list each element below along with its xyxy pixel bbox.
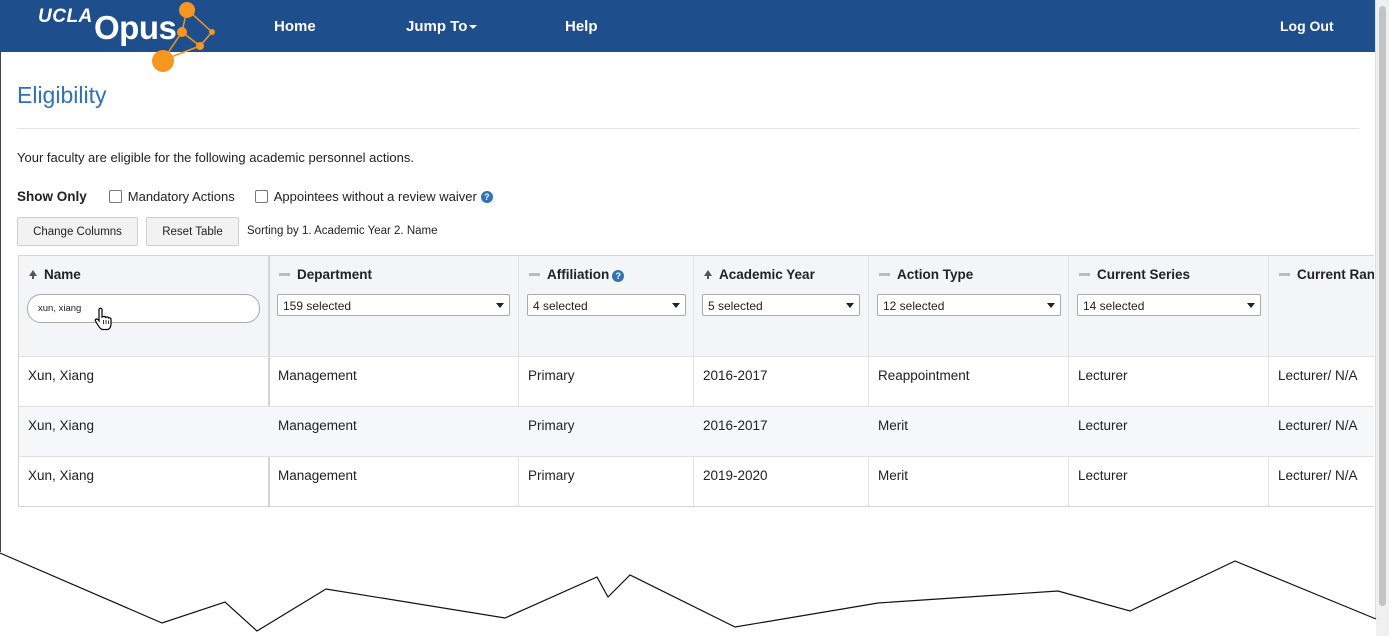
header-current-series-label: Current Series bbox=[1097, 267, 1191, 282]
dropdown-arrow-icon bbox=[1247, 303, 1255, 308]
cell-action-type: Merit bbox=[878, 468, 908, 483]
affiliation-filter-value: 4 selected bbox=[533, 299, 588, 313]
header-affiliation[interactable]: Affiliation? 4 selected bbox=[519, 256, 694, 356]
header-current-rank-label: Current Rank bbox=[1297, 267, 1374, 282]
header-name-label: Name bbox=[44, 267, 81, 282]
sort-neutral-icon[interactable] bbox=[529, 272, 540, 276]
dropdown-arrow-icon bbox=[672, 303, 680, 308]
no-waiver-checkbox[interactable]: Appointees without a review waiver ? bbox=[254, 189, 493, 204]
current-series-filter-value: 14 selected bbox=[1083, 299, 1145, 313]
checkbox-box[interactable] bbox=[254, 190, 268, 203]
sort-ascending-icon[interactable] bbox=[704, 270, 712, 280]
academic-year-filter-value: 5 selected bbox=[708, 299, 763, 313]
cell-current-series: Lecturer bbox=[1078, 468, 1128, 483]
cell-action-type: Merit bbox=[878, 418, 908, 433]
sort-ascending-icon[interactable] bbox=[29, 270, 37, 280]
header-department-label: Department bbox=[297, 267, 373, 282]
cell-name: Xun, Xiang bbox=[28, 368, 95, 383]
cell-action-type: Reappointment bbox=[878, 368, 970, 383]
logo-opus-text: Opus bbox=[94, 9, 177, 46]
table-row[interactable]: Xun, Xiang Management Primary 2019-2020 … bbox=[19, 456, 1374, 506]
sort-neutral-icon[interactable] bbox=[279, 272, 290, 276]
cell-academic-year: 2016-2017 bbox=[703, 368, 768, 383]
action-type-filter-select[interactable]: 12 selected bbox=[877, 294, 1061, 316]
cell-academic-year: 2016-2017 bbox=[703, 418, 768, 433]
cell-affiliation: Primary bbox=[528, 368, 575, 383]
header-affiliation-label: Affiliation bbox=[547, 267, 610, 282]
caret-down-icon bbox=[469, 25, 478, 30]
header-department[interactable]: Department 159 selected bbox=[269, 256, 519, 356]
current-series-filter-select[interactable]: 14 selected bbox=[1077, 294, 1261, 316]
affiliation-filter-select[interactable]: 4 selected bbox=[527, 294, 686, 316]
cell-academic-year: 2019-2020 bbox=[703, 468, 768, 483]
cell-department: Management bbox=[278, 468, 357, 483]
title-divider bbox=[17, 128, 1359, 129]
cell-affiliation: Primary bbox=[528, 418, 575, 433]
reset-table-button[interactable]: Reset Table bbox=[146, 217, 239, 246]
sorting-description: Sorting by 1. Academic Year 2. Name bbox=[247, 225, 438, 237]
header-current-series[interactable]: Current Series 14 selected bbox=[1069, 256, 1269, 356]
sort-neutral-icon[interactable] bbox=[879, 272, 890, 276]
top-navbar: UCLA Opus Home Jump To Help Log Out bbox=[0, 0, 1376, 72]
cell-current-rank: Lecturer/ N/A bbox=[1278, 468, 1358, 483]
vertical-scrollbar[interactable] bbox=[1375, 0, 1389, 636]
cell-name: Xun, Xiang bbox=[28, 418, 95, 433]
torn-edge-decoration bbox=[0, 552, 1377, 636]
show-only-filters: Show Only Mandatory Actions Appointees w… bbox=[17, 189, 513, 204]
dropdown-arrow-icon bbox=[496, 303, 504, 308]
cell-department: Management bbox=[278, 418, 357, 433]
table-row[interactable]: Xun, Xiang Management Primary 2016-2017 … bbox=[19, 406, 1374, 456]
scrollbar-thumb[interactable] bbox=[1379, 6, 1386, 606]
nav-jump-to-menu[interactable]: Jump To bbox=[406, 18, 478, 35]
nav-help-link[interactable]: Help bbox=[565, 18, 598, 35]
cell-department: Management bbox=[278, 368, 357, 383]
academic-year-filter-select[interactable]: 5 selected bbox=[702, 294, 860, 316]
show-only-label: Show Only bbox=[17, 189, 87, 204]
page-border bbox=[0, 52, 1, 552]
page-title: Eligibility bbox=[17, 82, 107, 108]
no-waiver-label: Appointees without a review waiver bbox=[273, 189, 477, 204]
action-type-filter-value: 12 selected bbox=[883, 299, 945, 313]
header-academic-year[interactable]: Academic Year 5 selected bbox=[694, 256, 869, 356]
nav-jump-to-label: Jump To bbox=[406, 18, 468, 35]
sort-neutral-icon[interactable] bbox=[1079, 272, 1090, 276]
cell-affiliation: Primary bbox=[528, 468, 575, 483]
header-name[interactable]: Name bbox=[19, 256, 269, 356]
logout-link[interactable]: Log Out bbox=[1280, 18, 1334, 34]
mandatory-actions-checkbox[interactable]: Mandatory Actions bbox=[108, 189, 235, 204]
checkbox-box[interactable] bbox=[108, 190, 122, 203]
sort-neutral-icon[interactable] bbox=[1279, 272, 1290, 276]
logo-ucla-text: UCLA bbox=[38, 6, 93, 27]
help-icon[interactable]: ? bbox=[612, 270, 625, 282]
nav-home-link[interactable]: Home bbox=[274, 18, 316, 35]
dropdown-arrow-icon bbox=[1047, 303, 1055, 308]
name-filter-input[interactable] bbox=[27, 294, 260, 323]
table-row[interactable]: Xun, Xiang Management Primary 2016-2017 … bbox=[19, 356, 1374, 406]
department-filter-select[interactable]: 159 selected bbox=[277, 294, 510, 316]
header-academic-year-label: Academic Year bbox=[719, 267, 815, 282]
cell-name: Xun, Xiang bbox=[28, 468, 95, 483]
eligibility-table: Name Department 159 selected Affiliation… bbox=[18, 255, 1374, 507]
cell-current-rank: Lecturer/ N/A bbox=[1278, 368, 1358, 383]
department-filter-value: 159 selected bbox=[283, 299, 352, 313]
ucla-opus-logo[interactable]: UCLA Opus bbox=[0, 0, 230, 74]
mandatory-actions-label: Mandatory Actions bbox=[127, 189, 235, 204]
header-current-rank[interactable]: Current Rank bbox=[1269, 256, 1374, 356]
header-action-type[interactable]: Action Type 12 selected bbox=[869, 256, 1069, 356]
change-columns-button[interactable]: Change Columns bbox=[17, 217, 138, 246]
help-icon[interactable]: ? bbox=[480, 190, 493, 203]
cell-current-series: Lecturer bbox=[1078, 418, 1128, 433]
dropdown-arrow-icon bbox=[846, 303, 854, 308]
cell-current-rank: Lecturer/ N/A bbox=[1278, 418, 1358, 433]
cell-current-series: Lecturer bbox=[1078, 368, 1128, 383]
hand-pointer-cursor-icon bbox=[94, 307, 112, 331]
header-action-type-label: Action Type bbox=[897, 267, 974, 282]
intro-text: Your faculty are eligible for the follow… bbox=[17, 150, 414, 165]
